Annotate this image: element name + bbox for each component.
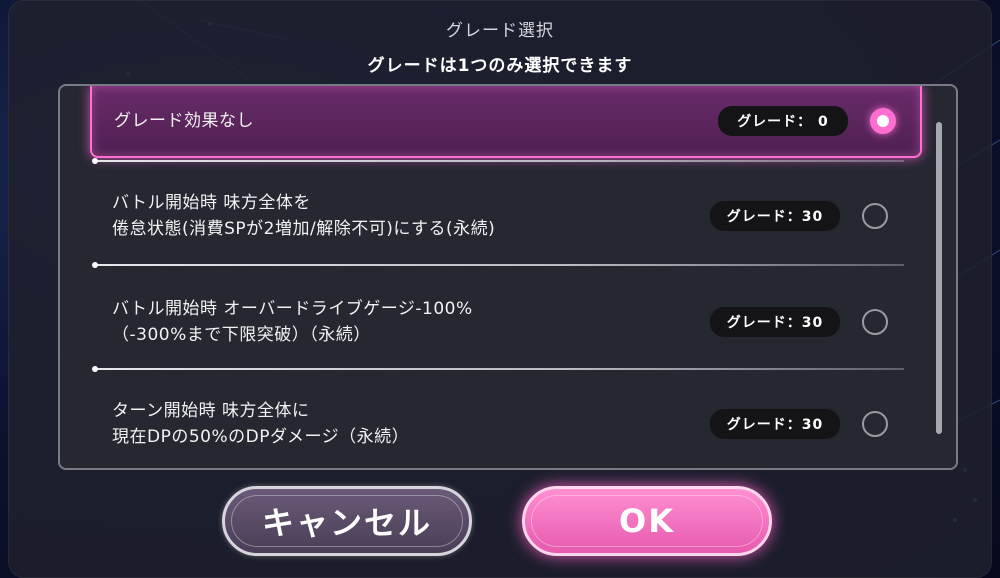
radio-button[interactable] (862, 309, 888, 335)
radio-button[interactable] (862, 411, 888, 437)
grade-option-row[interactable]: バトル開始時 味方全体を 倦怠状態(消費SPが2増加/解除不可)にする(永続) … (112, 184, 888, 248)
grade-option-label: バトル開始時 オーバードライブゲージ-100% （-300%まで下限突破）（永続… (112, 299, 473, 345)
row-divider (92, 366, 904, 372)
grade-option-label: グレード効果なし (114, 111, 254, 131)
row-divider (92, 262, 904, 268)
grade-option-list[interactable]: グレード効果なし グレード： 0 バトル開始時 味方全体を 倦怠状態(消費SPが… (58, 84, 958, 470)
cancel-button-label: キャンセル (261, 504, 432, 542)
grade-option-row[interactable]: ターン開始時 味方全体に 現在DPの50%のDPダメージ（永続） グレード：30 (112, 392, 888, 456)
radio-button-selected[interactable] (870, 108, 896, 134)
scrollbar-thumb[interactable] (936, 122, 942, 434)
ok-button[interactable]: OK (522, 486, 772, 556)
dialog-title: グレード選択 (446, 21, 554, 41)
grade-option-row[interactable]: バトル開始時 オーバードライブゲージ-100% （-300%まで下限突破）（永続… (112, 290, 888, 354)
grade-option-label: ターン開始時 味方全体に 現在DPの50%のDPダメージ（永続） (112, 401, 410, 447)
row-divider (92, 158, 904, 164)
grade-option-label: バトル開始時 味方全体を 倦怠状態(消費SPが2増加/解除不可)にする(永続) (112, 193, 496, 239)
grade-badge: グレード： 0 (718, 106, 848, 136)
ok-button-label: OK (619, 502, 675, 540)
radio-button[interactable] (862, 203, 888, 229)
grade-badge: グレード：30 (710, 409, 840, 439)
grade-select-dialog: グレード選択 グレードは1つのみ選択できます グレード効果なし グレード： 0 … (8, 0, 992, 578)
dialog-subtitle: グレードは1つのみ選択できます (367, 56, 633, 76)
grade-badge: グレード：30 (710, 307, 840, 337)
grade-badge: グレード：30 (710, 201, 840, 231)
scrollbar-track[interactable] (936, 122, 942, 434)
grade-option-row[interactable]: グレード効果なし グレード： 0 (90, 86, 922, 158)
cancel-button[interactable]: キャンセル (222, 486, 472, 556)
